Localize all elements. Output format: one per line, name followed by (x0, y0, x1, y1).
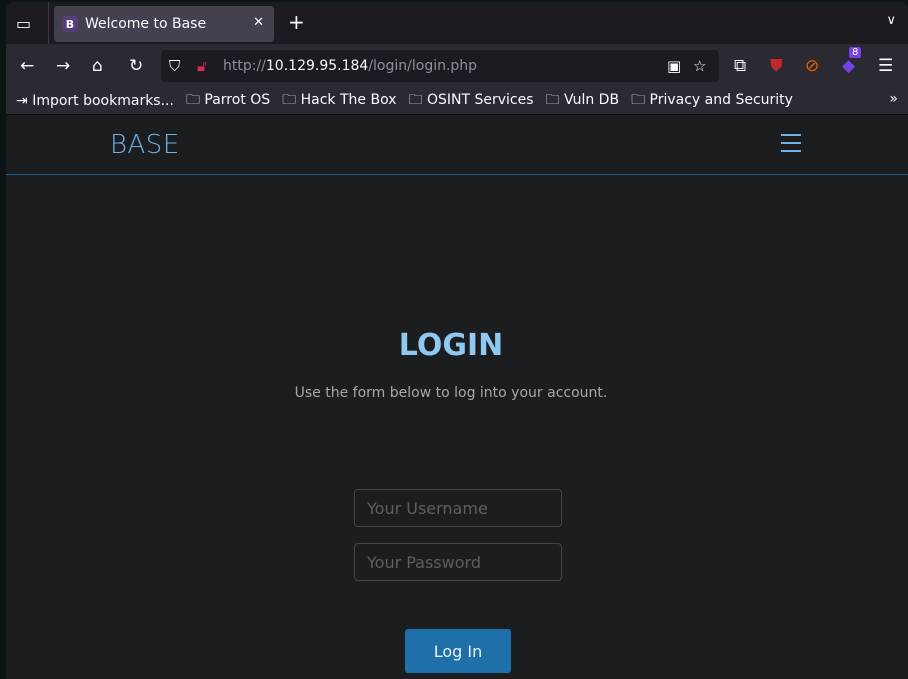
bookmarks-bar: ⇥ Import bookmarks... 🗀︎ Parrot OS 🗀︎ Ha… (6, 88, 908, 115)
nav-bar: ← → ⌂ ↻ ⛉ 🔓︎ http://10.129.95.184/login/… (6, 44, 908, 88)
bookmark-folder[interactable]: 🗀︎ Privacy and Security (631, 89, 793, 113)
tab-bar: ▭ B Welcome to Base ✕ + ∨ (6, 2, 908, 44)
home-icon[interactable]: ⌂ (92, 56, 103, 76)
site-header: BASE (6, 115, 908, 175)
url-path: /login/login.php (368, 58, 478, 74)
bookmark-folder[interactable]: 🗀︎ Vuln DB (546, 89, 620, 113)
tab-title: Welcome to Base (85, 16, 207, 32)
tab-welcome[interactable]: B Welcome to Base ✕ (54, 6, 274, 42)
star-icon[interactable]: ☆ (693, 57, 706, 75)
page-content: BASE LOGIN Use the form below to log int… (6, 115, 908, 679)
url-bar[interactable]: ⛉ 🔓︎ http://10.129.95.184/login/login.ph… (161, 50, 719, 82)
extension-stack-icon[interactable]: ◆ (842, 56, 855, 76)
bookmark-label: Import bookmarks... (32, 93, 174, 109)
extensions-icon[interactable]: ⧉ (734, 56, 746, 76)
reader-icon[interactable]: ▣ (667, 57, 681, 75)
browser-window: ▭ B Welcome to Base ✕ + ∨ ← → ⌂ ↻ ⛉ 🔓︎ h… (6, 2, 908, 679)
site-brand[interactable]: BASE (110, 130, 180, 160)
url-scheme: http:// (223, 58, 266, 74)
hamburger-menu-icon[interactable] (781, 134, 801, 158)
chevron-down-icon[interactable]: ∨ (886, 13, 896, 28)
chevrons-right-icon[interactable]: » (889, 91, 898, 107)
favicon-icon: B (62, 16, 78, 32)
page-subtitle: Use the form below to log into your acco… (294, 385, 608, 401)
username-input[interactable] (354, 489, 562, 527)
login-button[interactable]: Log In (405, 629, 511, 673)
divider (48, 2, 49, 44)
back-icon[interactable]: ← (20, 56, 34, 76)
bookmark-import[interactable]: ⇥ Import bookmarks... (16, 93, 174, 109)
bookmark-label: OSINT Services (426, 92, 534, 108)
forward-icon[interactable]: → (56, 56, 70, 76)
menu-icon[interactable]: ☰ (878, 56, 893, 76)
bookmark-label: Privacy and Security (649, 92, 793, 108)
url-host: 10.129.95.184 (265, 58, 369, 74)
close-tab-icon[interactable]: ✕ (253, 15, 264, 30)
insecure-lock-icon[interactable]: 🔓︎ (197, 57, 207, 75)
reload-icon[interactable]: ↻ (129, 56, 143, 76)
bookmark-folder[interactable]: 🗀︎ Hack The Box (282, 89, 396, 113)
page-title: LOGIN (398, 328, 504, 363)
extension-badge: 8 (849, 47, 862, 58)
extension-icon[interactable]: ⊘ (805, 56, 819, 76)
bookmark-label: Hack The Box (300, 92, 397, 108)
bookmark-folder[interactable]: 🗀︎ OSINT Services (409, 89, 534, 113)
new-tab-button[interactable]: + (288, 10, 305, 34)
bookmark-folder[interactable]: 🗀︎ Parrot OS (186, 89, 270, 113)
password-input[interactable] (354, 543, 562, 581)
shield-icon[interactable]: ⛉ (169, 57, 180, 75)
tab-list-icon[interactable]: ▭ (16, 14, 31, 33)
bookmark-label: Vuln DB (563, 92, 620, 108)
bookmark-label: Parrot OS (204, 92, 271, 108)
ublock-icon[interactable]: ⛊ (770, 56, 783, 76)
